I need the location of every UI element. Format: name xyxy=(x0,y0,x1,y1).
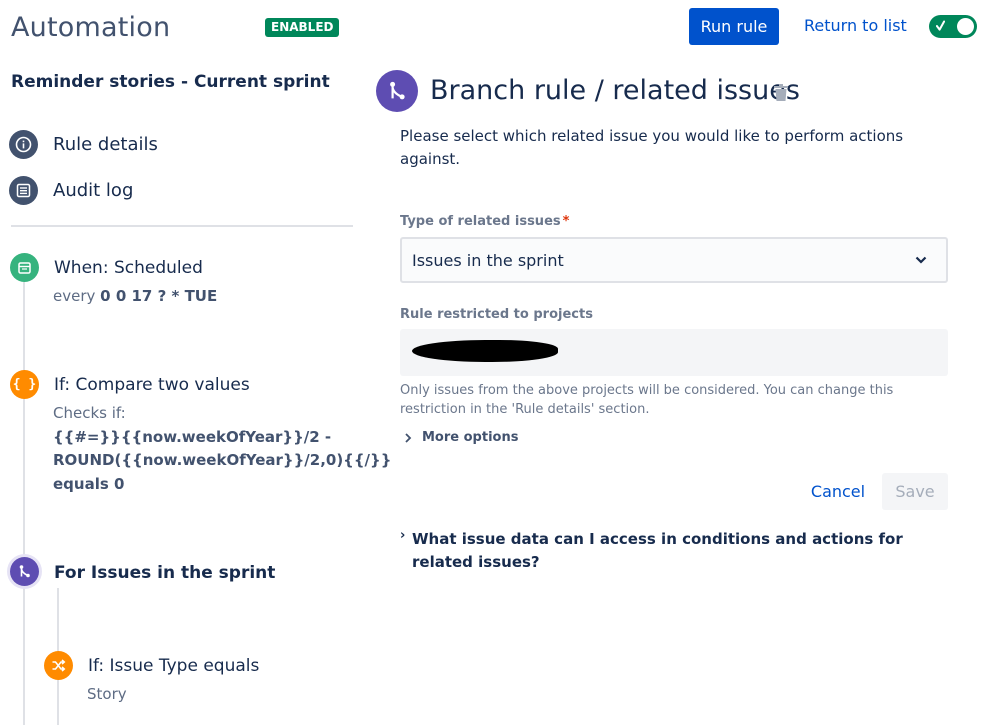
shuffle-icon xyxy=(44,651,73,680)
info-icon xyxy=(9,130,38,159)
timeline-line xyxy=(23,282,25,725)
step-trigger-schedule: every 0 0 17 ? * TUE xyxy=(53,287,217,305)
projects-field-label: Rule restricted to projects xyxy=(400,307,593,322)
list-icon xyxy=(9,176,38,205)
trash-icon[interactable] xyxy=(773,84,789,107)
branch-icon xyxy=(10,557,39,586)
rule-enabled-toggle[interactable] xyxy=(929,15,977,38)
more-options-label: More options xyxy=(422,430,519,445)
faq-label: What issue data can I access in conditio… xyxy=(412,530,903,571)
branch-icon xyxy=(376,70,418,112)
panel-title: Branch rule / related issues xyxy=(430,75,800,106)
step-subcondition-title[interactable]: If: Issue Type equals xyxy=(88,656,259,676)
step-condition-title[interactable]: If: Compare two values xyxy=(54,375,250,395)
save-button[interactable]: Save xyxy=(882,473,948,510)
sidebar-divider xyxy=(11,225,353,227)
return-to-list-link[interactable]: Return to list xyxy=(804,16,907,35)
nav-label: Audit log xyxy=(53,180,134,201)
status-badge: ENABLED xyxy=(265,18,340,37)
redacted-block xyxy=(412,340,558,362)
related-issues-select[interactable]: Issues in the sprint xyxy=(400,237,948,283)
required-mark: * xyxy=(562,214,570,229)
step-condition-line: equals 0 xyxy=(53,475,125,493)
page-title: Automation xyxy=(11,12,171,43)
check-icon xyxy=(936,20,945,31)
panel-description: Please select which related issue you wo… xyxy=(400,127,904,168)
step-trigger-title[interactable]: When: Scheduled xyxy=(54,258,203,278)
schedule-value: 0 0 17 ? * TUE xyxy=(100,287,218,305)
type-label-text: Type of related issues xyxy=(400,214,561,229)
run-rule-button[interactable]: Run rule xyxy=(689,8,779,45)
calendar-icon xyxy=(10,253,39,282)
chevron-down-icon xyxy=(915,256,927,264)
toggle-knob xyxy=(957,18,974,35)
step-condition-line: ROUND({{now.weekOfYear}}/2,0){{/}} xyxy=(53,451,392,469)
rule-name: Reminder stories - Current sprint xyxy=(11,72,330,92)
cancel-button[interactable]: Cancel xyxy=(803,473,873,510)
type-field-label: Type of related issues * xyxy=(400,214,569,229)
select-value: Issues in the sprint xyxy=(412,250,564,270)
chevron-right-icon xyxy=(405,432,412,443)
step-branch-title[interactable]: For Issues in the sprint xyxy=(54,563,275,583)
nav-label: Rule details xyxy=(53,134,158,155)
step-subcondition-value: Story xyxy=(87,685,127,703)
schedule-prefix: every xyxy=(53,287,96,305)
projects-field[interactable] xyxy=(400,329,948,376)
faq-expander[interactable]: › What issue data can I access in condit… xyxy=(400,528,930,574)
braces-icon: { } xyxy=(10,370,39,399)
projects-help-text: Only issues from the above projects will… xyxy=(400,383,894,417)
nav-item-audit-log[interactable]: Audit log xyxy=(9,176,133,205)
nav-item-rule-details[interactable]: Rule details xyxy=(9,130,158,159)
step-condition-line: {{#=}}{{now.weekOfYear}}/2 - xyxy=(53,428,332,446)
step-condition-prefix: Checks if: xyxy=(53,404,126,422)
more-options-toggle[interactable]: More options xyxy=(404,430,518,445)
chevron-right-icon: › xyxy=(400,528,406,543)
